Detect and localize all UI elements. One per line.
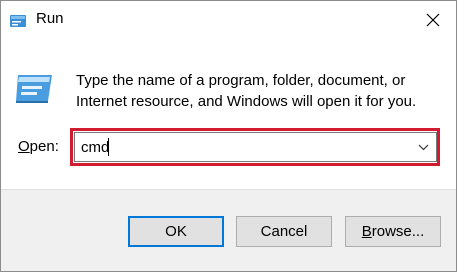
close-icon	[426, 13, 440, 27]
open-label-text: pen:	[29, 138, 59, 155]
title-bar[interactable]: Run	[1, 1, 456, 39]
run-icon	[10, 15, 26, 27]
browse-button[interactable]: Browse...	[345, 216, 441, 247]
open-combobox[interactable]	[74, 132, 437, 162]
window-title: Run	[36, 10, 64, 27]
instructions-text: Type the name of a program, folder, docu…	[76, 70, 436, 112]
close-button[interactable]	[410, 1, 456, 39]
instructions-line-2: Internet resource, and Windows will open…	[76, 93, 417, 110]
open-input[interactable]	[75, 133, 411, 161]
button-bar: OK Cancel Browse...	[1, 189, 456, 271]
open-label-accelerator: O	[18, 138, 30, 155]
open-label: Open:	[18, 138, 59, 155]
run-app-icon	[16, 75, 52, 103]
chevron-down-icon	[418, 144, 428, 150]
ok-button[interactable]: OK	[128, 216, 224, 247]
browse-label: rowse...	[371, 223, 425, 240]
browse-accelerator: B	[361, 223, 372, 240]
run-dialog: Run Type the name of a program, folder, …	[0, 0, 457, 272]
instructions-line-1: Type the name of a program, folder, docu…	[76, 72, 406, 89]
open-dropdown-button[interactable]	[410, 133, 436, 161]
text-cursor	[108, 138, 109, 156]
cancel-button[interactable]: Cancel	[236, 216, 332, 247]
